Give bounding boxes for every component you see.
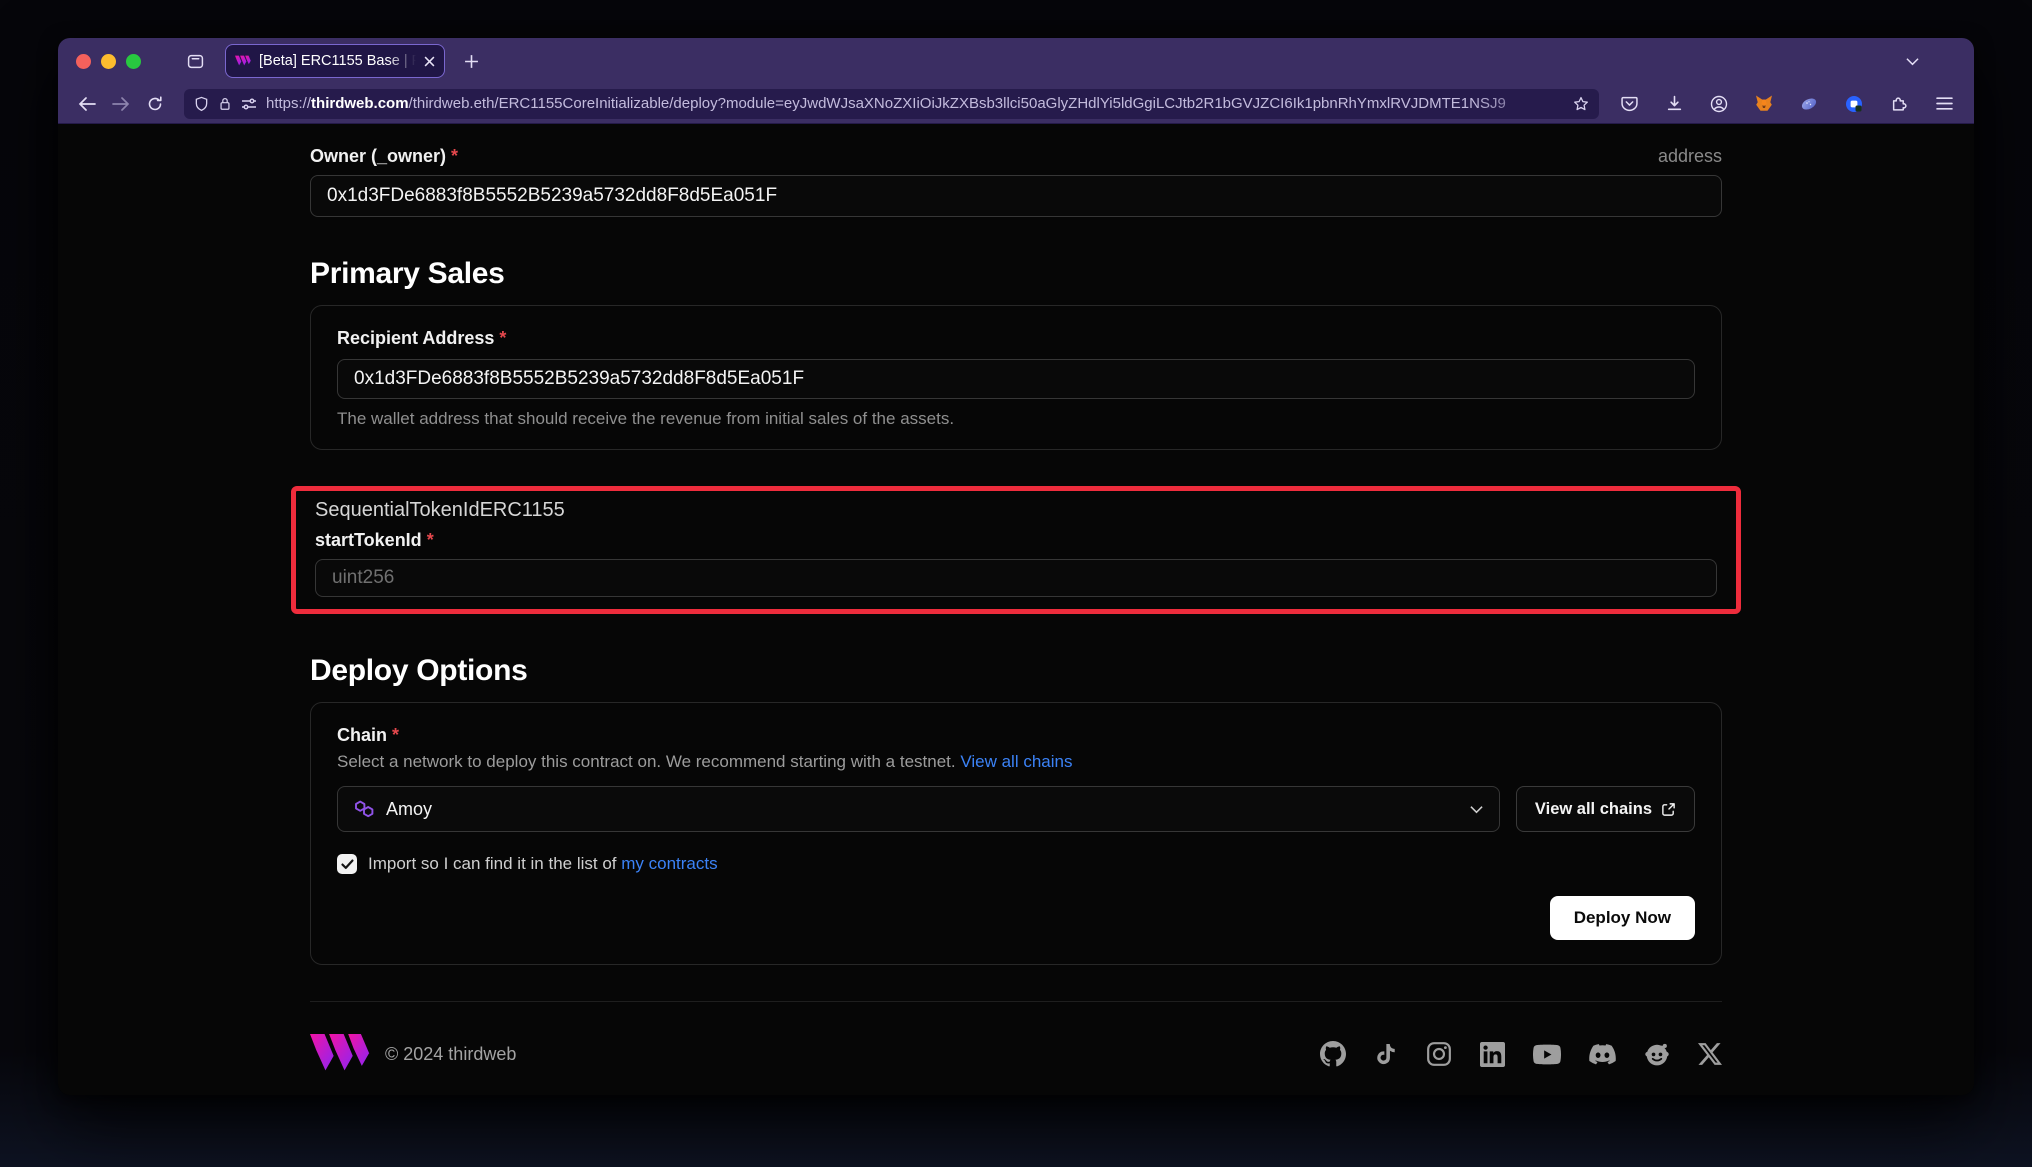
external-link-icon: [1661, 802, 1676, 817]
selected-chain-name: Amoy: [386, 799, 432, 820]
browser-tab-bar: [Beta] ERC1155 Base | Published: [58, 38, 1974, 84]
recipient-address-label: Recipient Address*: [337, 328, 506, 348]
page-footer: © 2024 thirdweb: [310, 1001, 1722, 1095]
bookmark-star-icon[interactable]: [1573, 96, 1589, 112]
primary-sales-card: Recipient Address* The wallet address th…: [310, 305, 1722, 450]
view-all-chains-link[interactable]: View all chains: [960, 752, 1072, 771]
zoom-window-button[interactable]: [126, 54, 141, 69]
browser-tab[interactable]: [Beta] ERC1155 Base | Published: [225, 44, 445, 78]
copyright-text: © 2024 thirdweb: [385, 1044, 516, 1065]
sequential-tokenid-section: SequentialTokenIdERC1155 startTokenId*: [291, 486, 1741, 614]
forward-icon[interactable]: [106, 89, 136, 119]
browser-toolbar: https://thirdweb.com/thirdweb.eth/ERC115…: [58, 84, 1974, 124]
reddit-icon[interactable]: [1644, 1041, 1670, 1067]
metamask-icon[interactable]: [1748, 88, 1780, 120]
shield-icon[interactable]: [194, 96, 209, 112]
close-window-button[interactable]: [76, 54, 91, 69]
deploy-now-button[interactable]: Deploy Now: [1550, 896, 1695, 940]
url-host: thirdweb.com: [311, 95, 409, 112]
account-icon[interactable]: [1703, 88, 1735, 120]
url-path: /thirdweb.eth/ERC1155CoreInitializable/d…: [409, 95, 1506, 112]
chevron-down-icon: [1470, 805, 1483, 814]
start-tokenid-label: startTokenId*: [315, 530, 434, 550]
url-text: https://thirdweb.com/thirdweb.eth/ERC115…: [266, 95, 1564, 112]
linkedin-icon[interactable]: [1480, 1042, 1505, 1067]
tab-list-chevron-icon[interactable]: [1896, 45, 1928, 77]
extension-icon-1[interactable]: [1793, 88, 1825, 120]
page-content: Owner (_owner)* address Primary Sales Re…: [58, 124, 1974, 1095]
download-icon[interactable]: [1658, 88, 1690, 120]
pocket-icon[interactable]: [1613, 88, 1645, 120]
browser-window: [Beta] ERC1155 Base | Published: [58, 38, 1974, 1095]
instagram-icon[interactable]: [1426, 1041, 1452, 1067]
owner-type-hint: address: [1658, 146, 1722, 167]
x-twitter-icon[interactable]: [1698, 1042, 1722, 1066]
recipient-address-input[interactable]: [337, 359, 1695, 399]
owner-input[interactable]: [310, 175, 1722, 217]
my-contracts-link[interactable]: my contracts: [621, 854, 717, 873]
window-controls: [76, 54, 141, 69]
owner-label: Owner (_owner)*: [310, 146, 458, 167]
sequential-section-title: SequentialTokenIdERC1155: [315, 499, 1717, 522]
permissions-icon[interactable]: [241, 97, 257, 111]
lock-icon[interactable]: [218, 96, 232, 112]
thirdweb-favicon: [235, 54, 251, 68]
thirdweb-logo: [310, 1034, 370, 1074]
extensions-puzzle-icon[interactable]: [1883, 88, 1915, 120]
chain-label: Chain*: [337, 725, 399, 745]
discord-icon[interactable]: [1589, 1044, 1616, 1065]
deploy-options-card: Chain* Select a network to deploy this c…: [310, 702, 1722, 965]
chain-select[interactable]: Amoy: [337, 786, 1500, 832]
refresh-icon[interactable]: [140, 89, 170, 119]
minimize-window-button[interactable]: [101, 54, 116, 69]
menu-hamburger-icon[interactable]: [1928, 88, 1960, 120]
recipient-helper-text: The wallet address that should receive t…: [337, 409, 1695, 429]
extension-icon-2[interactable]: [1838, 88, 1870, 120]
polygon-chain-icon: [354, 799, 375, 819]
social-icons: [1320, 1041, 1722, 1067]
view-all-chains-button[interactable]: View all chains: [1516, 786, 1695, 832]
tiktok-icon[interactable]: [1374, 1041, 1398, 1067]
back-icon[interactable]: [72, 89, 102, 119]
start-tokenid-input[interactable]: [315, 559, 1717, 597]
primary-sales-title: Primary Sales: [310, 257, 1722, 291]
new-tab-button[interactable]: [455, 45, 487, 77]
import-checkbox-label: Import so I can find it in the list of m…: [368, 854, 718, 874]
chain-description: Select a network to deploy this contract…: [337, 752, 1695, 772]
url-bar[interactable]: https://thirdweb.com/thirdweb.eth/ERC115…: [184, 89, 1599, 119]
import-checkbox[interactable]: [337, 854, 357, 874]
youtube-icon[interactable]: [1533, 1044, 1561, 1065]
deploy-options-title: Deploy Options: [310, 654, 1722, 688]
firefox-view-icon[interactable]: [179, 45, 211, 77]
tab-title: [Beta] ERC1155 Base | Published: [259, 53, 416, 69]
github-icon[interactable]: [1320, 1041, 1346, 1067]
tab-close-icon[interactable]: [424, 56, 435, 67]
